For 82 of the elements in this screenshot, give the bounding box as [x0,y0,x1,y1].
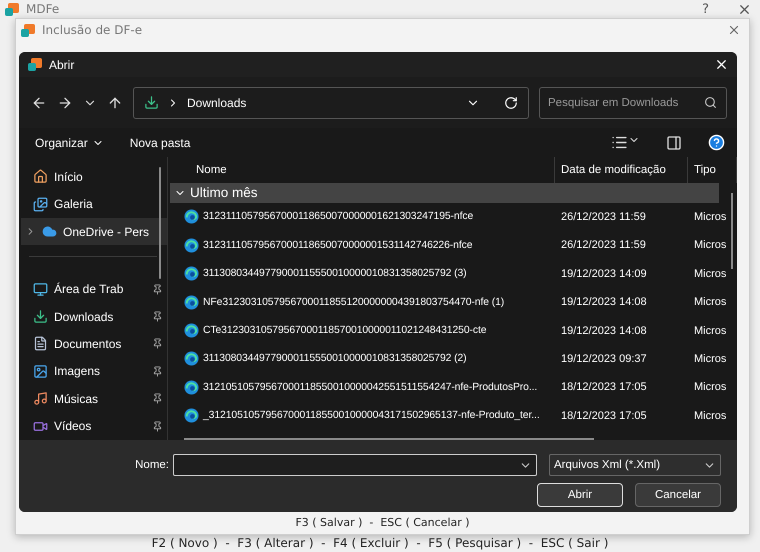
app-logo [4,2,20,16]
sidebar-item[interactable]: Downloads [21,302,167,330]
back-icon[interactable] [31,94,47,110]
file-name[interactable]: 31130803449779000115550010000010831358025792 (3) [170,266,555,282]
edge-icon [184,266,199,282]
up-icon[interactable] [107,94,123,110]
field-label: Nome: [135,459,169,471]
help-icon[interactable] [708,134,725,151]
desktop-icon [33,282,48,297]
file-type: Micros [693,352,728,365]
sidebar-item[interactable]: Documentos [21,330,167,358]
file-date: 19/12/2023 14:08 [560,324,648,337]
app-logo [20,22,36,38]
filename-field[interactable] [173,454,537,476]
list-view-icon[interactable] [611,134,640,151]
shortcut-hint: F2 ( Novo ) - F3 ( Alterar ) - F4 ( Excluir ) - F5 ( Pesquisar ) - ESC ( Sair ) [150,535,610,552]
file-type: Micros [693,268,728,280]
sidebar-item[interactable]: Vídeos [21,412,167,440]
scrollbar[interactable] [159,167,161,279]
file-date: 18/12/2023 17:05 [560,410,648,422]
file-type: Micros [693,381,728,394]
file-name[interactable]: 31130803449779000115550010000010831358025792 (2) [170,351,555,366]
preview-pane-icon[interactable] [666,134,682,150]
sidebar-item[interactable]: OneDrive - Pers [21,218,167,246]
download-icon [144,95,159,110]
edge-icon [184,351,199,366]
scrollbar[interactable] [731,193,733,269]
file-name[interactable]: 31231110579567000118650070000001531142746226-nfce [170,238,555,253]
search-field[interactable]: Pesquisar em Downloads [539,86,727,118]
file-name[interactable]: NFe31230310579567000118551200000004391803754470-nfe (1) [170,294,555,310]
new-folder-button[interactable]: Nova pasta [130,136,190,150]
address-text: Downloads [187,96,248,110]
edge-icon [184,323,199,338]
shortcut-hint: F3 ( Salvar ) - ESC ( Cancelar ) [294,515,471,531]
home-icon [33,169,48,184]
scrollbar[interactable] [184,438,594,440]
window-title: MDFe [26,2,60,16]
file-type: Micros [693,410,728,422]
file-date: 19/12/2023 09:37 [560,352,648,365]
file-date: 19/12/2023 14:09 [560,268,648,280]
file-type: Micros [693,324,728,337]
app-logo [27,57,43,72]
close-icon[interactable] [714,57,729,72]
sidebar-item[interactable]: Galeria [21,190,167,218]
sidebar-item[interactable]: Imagens [21,358,167,386]
edge-icon [184,294,199,310]
gallery-icon [33,196,48,212]
edge-icon [184,408,199,424]
file-type: Micros [693,210,728,223]
forward-icon[interactable] [57,94,73,110]
music-icon [33,391,48,406]
refresh-icon[interactable] [504,96,518,110]
cloud-icon [42,224,57,240]
file-date: 18/12/2023 17:05 [560,381,648,394]
sidebar-item[interactable]: Músicas [21,385,167,413]
file-name[interactable]: 31210510579567000118550010000042551511554247-nfe-ProdutosPro... [170,380,555,395]
file-type: Micros [693,239,728,252]
cancel-button[interactable]: Cancelar [635,483,721,507]
search-icon [704,96,717,108]
edge-icon [184,380,199,395]
file-type-select[interactable]: Arquivos Xml (*.Xml) [549,454,721,476]
document-icon [33,336,48,352]
file-date: 19/12/2023 14:08 [560,296,648,308]
edge-icon [184,238,199,253]
group-header[interactable]: Ultimo mês [170,182,719,203]
help-mark[interactable]: ? [702,2,709,16]
address-bar[interactable]: Downloads [133,86,529,118]
dialog-title: Abrir [49,58,76,72]
sidebar-item[interactable]: Área de Trab [21,275,167,303]
window-title: Inclusão de DF-e [42,23,144,37]
file-name[interactable]: _31210510579567000118550010000043171502965137-nfe-Produto_ter... [170,408,555,424]
download-icon [33,309,48,324]
file-name[interactable]: CTe31230310579567000118570010000011021248431250-cte [170,323,555,338]
file-date: 26/12/2023 11:59 [560,210,647,223]
image-icon [33,364,48,379]
organize-menu[interactable]: Organizar [35,136,104,150]
file-type: Micros [693,296,728,308]
edge-icon [184,209,199,224]
file-date: 26/12/2023 11:59 [560,239,647,252]
file-name[interactable]: 31231110579567000118650070000001621303247195-nfce [170,209,555,224]
open-button[interactable]: Abrir [537,483,623,507]
sidebar-item[interactable]: Início [21,163,167,190]
